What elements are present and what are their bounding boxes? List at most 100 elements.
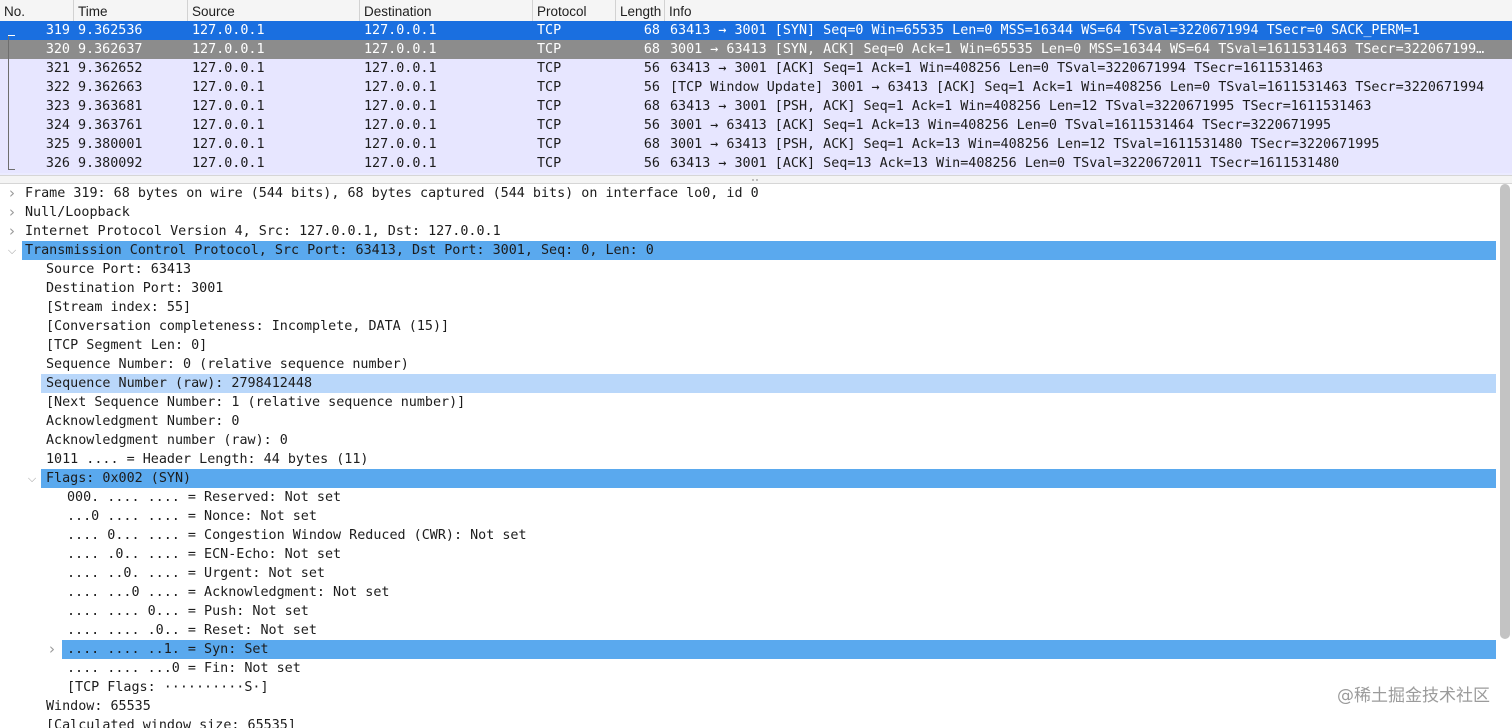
column-header-no[interactable]: No. (0, 0, 73, 21)
detail-selection-highlight (41, 469, 1496, 488)
detail-tree-item[interactable]: 000. .... .... = Reserved: Not set (0, 488, 1512, 507)
packet-protocol: TCP (537, 80, 562, 95)
packet-row[interactable]: 321 9.362652 127.0.0.1 127.0.0.1 TCP 56 63413 … (0, 59, 1512, 78)
chevron-down-icon[interactable]: ⌵ (26, 469, 38, 488)
detail-tree-item[interactable]: › Internet Protocol Version 4, Src: 127.0… (0, 222, 1512, 241)
packet-time: 9.362663 (78, 80, 143, 95)
detail-tree-item[interactable]: › Null/Loopback (0, 203, 1512, 222)
detail-tree-item[interactable]: Source Port: 63413 (0, 260, 1512, 279)
detail-tree-item[interactable]: [TCP Flags: ··········S·] (0, 678, 1512, 697)
column-header-length[interactable]: Length (615, 0, 664, 21)
packet-row[interactable]: 324 9.363761 127.0.0.1 127.0.0.1 TCP 56 3001 →… (0, 116, 1512, 135)
detail-tree-label: Source Port: 63413 (46, 262, 192, 277)
packet-details-pane[interactable]: › Frame 319: 68 bytes on wire (544 bits),… (0, 184, 1512, 728)
pane-splitter[interactable] (0, 175, 1512, 184)
detail-tree-item[interactable]: [Calculated window size: 65535] (0, 716, 1512, 728)
detail-tree-label: Frame 319: 68 bytes on wire (544 bits), … (25, 186, 759, 201)
detail-tree-label: Window: 65535 (46, 699, 151, 714)
detail-tree-label: 000. .... .... = Reserved: Not set (67, 490, 342, 505)
detail-tree-label: [Next Sequence Number: 1 (relative seque… (46, 395, 466, 410)
packet-row[interactable]: 326 9.380092 127.0.0.1 127.0.0.1 TCP 56 63413 … (0, 154, 1512, 173)
details-scrollbar[interactable] (1500, 184, 1510, 639)
packet-source: 127.0.0.1 (192, 156, 265, 171)
chevron-right-icon[interactable]: › (46, 640, 58, 659)
detail-tree-item[interactable]: Acknowledgment number (raw): 0 (0, 431, 1512, 450)
detail-tree-item[interactable]: [Conversation completeness: Incomplete, … (0, 317, 1512, 336)
chevron-down-icon[interactable]: ⌵ (6, 241, 18, 260)
detail-tree-item[interactable]: .... .... 0... = Push: Not set (0, 602, 1512, 621)
column-header-time[interactable]: Time (73, 0, 187, 21)
detail-tree-label: Internet Protocol Version 4, Src: 127.0.… (25, 224, 501, 239)
packet-source: 127.0.0.1 (192, 137, 265, 152)
detail-tree-label: [Stream index: 55] (46, 300, 192, 315)
packet-info: 3001 → 63413 [ACK] Seq=1 Ack=13 Win=4082… (670, 118, 1332, 133)
packet-length: 68 (643, 99, 660, 114)
chevron-right-icon[interactable]: › (6, 203, 18, 222)
packet-info: 63413 → 3001 [ACK] Seq=1 Ack=1 Win=40825… (670, 61, 1324, 76)
detail-tree-label: Transmission Control Protocol, Src Port:… (25, 243, 654, 258)
packet-length: 56 (643, 61, 660, 76)
packet-protocol: TCP (537, 23, 562, 38)
chevron-right-icon[interactable]: › (6, 222, 18, 241)
packet-no: 324 (45, 118, 70, 133)
detail-tree-item[interactable]: ⌵ Transmission Control Protocol, Src Port… (0, 241, 1512, 260)
packet-row[interactable]: 323 9.363681 127.0.0.1 127.0.0.1 TCP 68 63413 … (0, 97, 1512, 116)
packet-list-header: No. Time Source Destination Protocol Len… (0, 0, 1512, 22)
column-header-info[interactable]: Info (664, 0, 1512, 21)
detail-tree-item[interactable]: .... 0... .... = Congestion Window Reduc… (0, 526, 1512, 545)
packet-time: 9.363681 (78, 99, 143, 114)
packet-length: 56 (643, 118, 660, 133)
packet-no: 325 (45, 137, 70, 152)
detail-tree-label: .... .... ..1. = Syn: Set (67, 642, 269, 657)
detail-tree-item[interactable]: [Stream index: 55] (0, 298, 1512, 317)
packet-info: 3001 → 63413 [PSH, ACK] Seq=1 Ack=13 Win… (670, 137, 1380, 152)
packet-row[interactable]: 320 9.362637 127.0.0.1 127.0.0.1 TCP 68 3001 →… (0, 40, 1512, 59)
detail-tree-item[interactable]: 1011 .... = Header Length: 44 bytes (11) (0, 450, 1512, 469)
column-header-source[interactable]: Source (187, 0, 359, 21)
detail-tree-item[interactable]: Acknowledgment Number: 0 (0, 412, 1512, 431)
detail-tree-label: ...0 .... .... = Nonce: Not set (67, 509, 317, 524)
detail-tree-item[interactable]: ⌵ Flags: 0x002 (SYN) (0, 469, 1512, 488)
packet-info: 3001 → 63413 [SYN, ACK] Seq=0 Ack=1 Win=… (670, 42, 1485, 57)
detail-tree-item[interactable]: ...0 .... .... = Nonce: Not set (0, 507, 1512, 526)
packet-time: 9.362637 (78, 42, 143, 57)
detail-tree-label: Null/Loopback (25, 205, 130, 220)
packet-row[interactable]: 319 9.362536 127.0.0.1 127.0.0.1 TCP 68 63413 … (0, 21, 1512, 40)
column-header-protocol[interactable]: Protocol (532, 0, 615, 21)
splitter-grip-icon (752, 179, 758, 182)
packet-row[interactable]: 322 9.362663 127.0.0.1 127.0.0.1 TCP 56 [TCP W… (0, 78, 1512, 97)
detail-tree-item[interactable]: .... ..0. .... = Urgent: Not set (0, 564, 1512, 583)
packet-info: 63413 → 3001 [ACK] Seq=13 Ack=13 Win=408… (670, 156, 1340, 171)
packet-source: 127.0.0.1 (192, 61, 265, 76)
packet-no: 321 (45, 61, 70, 76)
detail-tree-item[interactable]: [TCP Segment Len: 0] (0, 336, 1512, 355)
detail-tree-label: Destination Port: 3001 (46, 281, 224, 296)
detail-tree-label: Acknowledgment number (raw): 0 (46, 433, 288, 448)
packet-list-pane[interactable]: No. Time Source Destination Protocol Len… (0, 0, 1512, 175)
packet-protocol: TCP (537, 137, 562, 152)
detail-tree-item[interactable]: › Frame 319: 68 bytes on wire (544 bits),… (0, 184, 1512, 203)
packet-row[interactable]: 325 9.380001 127.0.0.1 127.0.0.1 TCP 68 3001 →… (0, 135, 1512, 154)
column-header-destination[interactable]: Destination (359, 0, 532, 21)
detail-tree-item[interactable]: .... ...0 .... = Acknowledgment: Not set (0, 583, 1512, 602)
chevron-right-icon[interactable]: › (6, 184, 18, 203)
detail-tree-item[interactable]: Destination Port: 3001 (0, 279, 1512, 298)
packet-time: 9.362652 (78, 61, 143, 76)
packet-protocol: TCP (537, 156, 562, 171)
detail-tree-label: Flags: 0x002 (SYN) (46, 471, 192, 486)
detail-tree-item[interactable]: Sequence Number (raw): 2798412448 (0, 374, 1512, 393)
packet-protocol: TCP (537, 99, 562, 114)
detail-tree-item[interactable]: Sequence Number: 0 (relative sequence nu… (0, 355, 1512, 374)
detail-tree-item[interactable]: .... .... .0.. = Reset: Not set (0, 621, 1512, 640)
packet-time: 9.380092 (78, 156, 143, 171)
detail-tree-item[interactable]: .... .... ...0 = Fin: Not set (0, 659, 1512, 678)
packet-destination: 127.0.0.1 (364, 156, 437, 171)
detail-tree-label: [TCP Flags: ··········S·] (67, 680, 269, 695)
detail-tree-item[interactable]: › .... .... ..1. = Syn: Set (0, 640, 1512, 659)
detail-tree-item[interactable]: Window: 65535 (0, 697, 1512, 716)
detail-tree-item[interactable]: .... .0.. .... = ECN-Echo: Not set (0, 545, 1512, 564)
detail-tree-label: .... .... 0... = Push: Not set (67, 604, 309, 619)
detail-tree-label: [TCP Segment Len: 0] (46, 338, 208, 353)
packet-length: 68 (643, 23, 660, 38)
detail-tree-item[interactable]: [Next Sequence Number: 1 (relative seque… (0, 393, 1512, 412)
